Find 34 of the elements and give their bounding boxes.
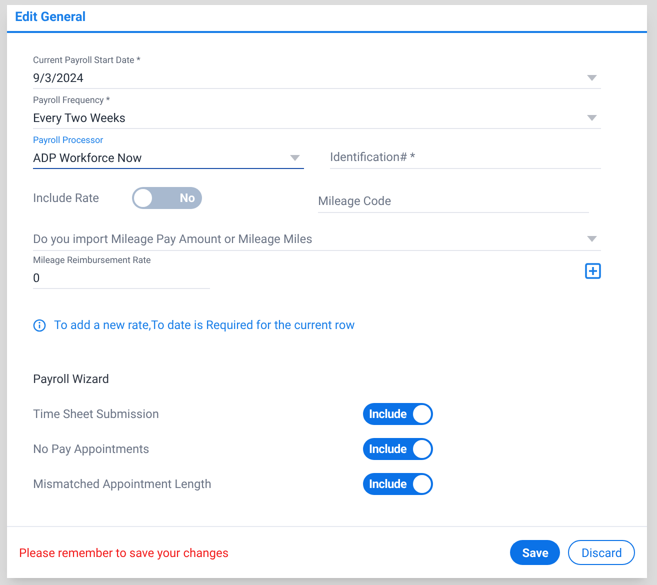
- toggle-knob-icon: [413, 475, 431, 493]
- add-square-icon[interactable]: [585, 263, 601, 279]
- select-field[interactable]: Do you import Mileage Pay Amount or Mileage Miles: [33, 227, 601, 251]
- select-field[interactable]: Every Two Weeks: [33, 107, 601, 129]
- field-label: Include Rate: [33, 190, 100, 207]
- option-label: Mismatched Appointment Length: [33, 476, 212, 493]
- info-note: To add a new rate,To date is Required for the current row: [54, 317, 355, 334]
- dropdown-caret-icon: [290, 154, 300, 160]
- select-field[interactable]: 9/3/2024: [33, 67, 601, 89]
- text-field[interactable]: Identification# *: [330, 145, 601, 169]
- info-icon: [33, 318, 46, 332]
- dropdown-caret-icon: [587, 236, 597, 242]
- option-label: No Pay Appointments: [33, 441, 150, 458]
- field-label: Payroll Frequency *: [33, 95, 111, 107]
- field-label: Payroll Processor: [33, 135, 104, 147]
- toggle-knob-icon: [134, 189, 152, 207]
- toggle-switch[interactable]: Include: [363, 438, 433, 460]
- dropdown-caret-icon: [587, 114, 597, 120]
- discard-button[interactable]: Discard: [568, 540, 635, 565]
- dialog-title: Edit General: [15, 9, 86, 28]
- field-label: Mileage Reimbursement Rate: [33, 255, 152, 267]
- text-field[interactable]: Mileage Code: [318, 189, 589, 213]
- save-reminder: Please remember to save your changes: [19, 544, 229, 562]
- save-button[interactable]: Save: [510, 540, 560, 565]
- toggle-knob-icon: [413, 405, 431, 423]
- section-title: Payroll Wizard: [33, 371, 110, 388]
- select-field[interactable]: ADP Workforce Now: [33, 147, 304, 169]
- text-field[interactable]: 0: [33, 267, 210, 289]
- dropdown-caret-icon: [587, 74, 597, 80]
- field-label: Current Payroll Start Date *: [33, 55, 142, 67]
- toggle-knob-icon: [413, 440, 431, 458]
- toggle-switch[interactable]: Include: [363, 403, 433, 425]
- toggle-switch[interactable]: Include: [363, 473, 433, 495]
- option-label: Time Sheet Submission: [33, 406, 160, 423]
